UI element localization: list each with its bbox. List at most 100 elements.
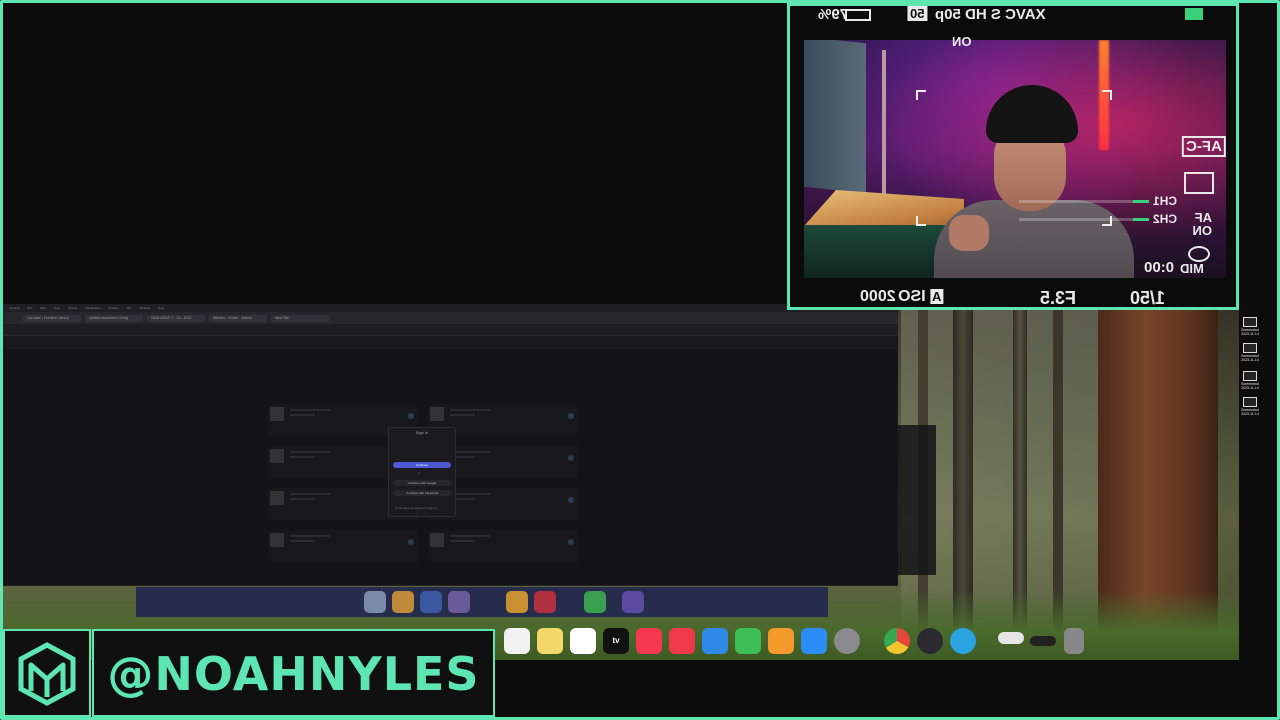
display-mode-icon [1184,172,1214,194]
camera-overlay: 79% XAVC S HD 50p 50 ON AF-C CH1 CH2 AF … [787,3,1239,310]
steady-shot-status: ON [952,34,972,49]
reminders-icon[interactable] [504,628,530,654]
audio-level-ch1 [1133,200,1149,203]
focus-bracket [916,216,926,226]
cat-avatar-icon[interactable] [364,591,386,613]
facebook-signin-button[interactable]: Continue with Facebook [393,490,451,496]
text-line [450,451,490,453]
metering-mode: MID [1180,261,1204,276]
floating-panel[interactable] [898,425,936,575]
notes-icon[interactable] [537,628,563,654]
or-separator: or [418,471,421,475]
monitor-shape [804,40,866,194]
thumbnail [270,491,284,505]
lamp-shape [882,50,886,200]
desktop-file[interactable]: Screenshot 2023-11-14 [1240,371,1260,390]
thumbnail [270,449,284,463]
desktop-file[interactable]: Screenshot 2023-11-14 [1240,397,1260,416]
beanie-shape [986,85,1078,143]
browser-tab[interactable]: untitled-document | Craig [85,314,143,322]
webcam-feed [804,40,1226,278]
news-icon[interactable] [669,628,695,654]
desktop-file[interactable]: Screenshot 2023-11-14 [1240,343,1260,362]
file-icon [1243,343,1257,353]
file-icon [1243,371,1257,381]
browser-tab[interactable]: Carousel | Creative Library [23,314,81,322]
file-label: Screenshot 2023-11-14 [1241,328,1259,336]
system-settings-icon[interactable] [834,628,860,654]
trash-icon[interactable] [1064,628,1084,654]
iso-mode-badge: A [930,289,944,304]
battery-level: 79% [818,6,849,23]
shutter-speed: 1/50 [1130,288,1166,308]
status-dot [568,539,574,545]
game-launcher-bar [136,587,828,617]
sign-in-dialog: Sign In Continue or Continue with Google… [388,427,456,517]
fox-avatar-icon[interactable] [392,591,414,613]
coin-icon[interactable] [506,591,528,613]
green-app-icon[interactable] [584,591,606,613]
google-signin-button[interactable]: Continue with Google [393,480,451,486]
character-icon[interactable] [448,591,470,613]
menu-item[interactable]: View [54,306,60,310]
text-line [290,493,330,495]
laptop-icon[interactable] [998,632,1024,644]
audio-meter-ch2 [1019,218,1149,221]
pages-icon[interactable] [768,628,794,654]
music-icon[interactable] [636,628,662,654]
list-item[interactable] [428,530,578,562]
menu-item[interactable]: File [28,306,33,310]
menu-item[interactable]: Bookmarks [85,306,100,310]
af-on-indicator: AF ON [1192,210,1213,238]
thumbnail [270,533,284,547]
keynote-icon[interactable] [702,628,728,654]
browser-tab[interactable]: New Tab [271,314,329,322]
focus-mode: AF-C [1182,136,1226,157]
mm-logo-icon [18,642,76,706]
desktop-file[interactable]: Screenshot 2023-11-14 [1240,317,1260,336]
streamer [934,85,1134,278]
signup-link[interactable]: Don't have an account? Sign up [395,506,437,510]
status-dot [408,413,414,419]
list-item[interactable] [268,530,418,562]
text-line [290,409,330,411]
continue-button[interactable]: Continue [393,462,451,468]
text-line [450,535,490,537]
app-store-icon[interactable] [801,628,827,654]
text-line [290,540,315,542]
audio-meter-ch1 [1019,200,1149,203]
apple-tv-icon[interactable]: tv [603,628,629,654]
menu-item[interactable]: Window [139,306,150,310]
freeform-icon[interactable] [570,628,596,654]
menu-item[interactable]: History [68,306,77,310]
menu-item[interactable]: Tab [127,306,132,310]
chrome-icon[interactable] [884,628,910,654]
thumbnail [430,533,444,547]
focus-bracket [1102,90,1112,100]
telegram-icon[interactable] [950,628,976,654]
text-line [450,414,475,416]
text-line [450,540,475,542]
thumbnail [430,407,444,421]
menu-item[interactable]: Chrome [9,306,20,310]
obs-icon[interactable] [917,628,943,654]
macos-dock: tv [496,624,1096,660]
status-dot [408,539,414,545]
stream-layout: Chrome File Edit View History Bookmarks … [0,0,1280,720]
menu-item[interactable]: Edit [41,306,46,310]
menu-item[interactable]: Profiles [109,306,119,310]
browser-tab[interactable]: ZA26-AGLE-T - ZA - 2022 [147,314,205,322]
audio-ch1-label: CH1 [1153,194,1178,208]
address-bar[interactable] [3,324,898,336]
status-dot [568,413,574,419]
crystal-icon[interactable] [622,591,644,613]
globe-icon[interactable] [420,591,442,613]
numbers-icon[interactable] [735,628,761,654]
window-thumbnail-icon[interactable] [1030,636,1056,646]
gift-icon[interactable] [534,591,556,613]
handle-banner: @NOAHNYLES [92,629,495,717]
browser-tab[interactable]: Wander - Ember - Assets [209,314,267,322]
memory-card-icon [1185,8,1203,20]
menu-item[interactable]: Help [158,306,164,310]
status-dot [568,455,574,461]
